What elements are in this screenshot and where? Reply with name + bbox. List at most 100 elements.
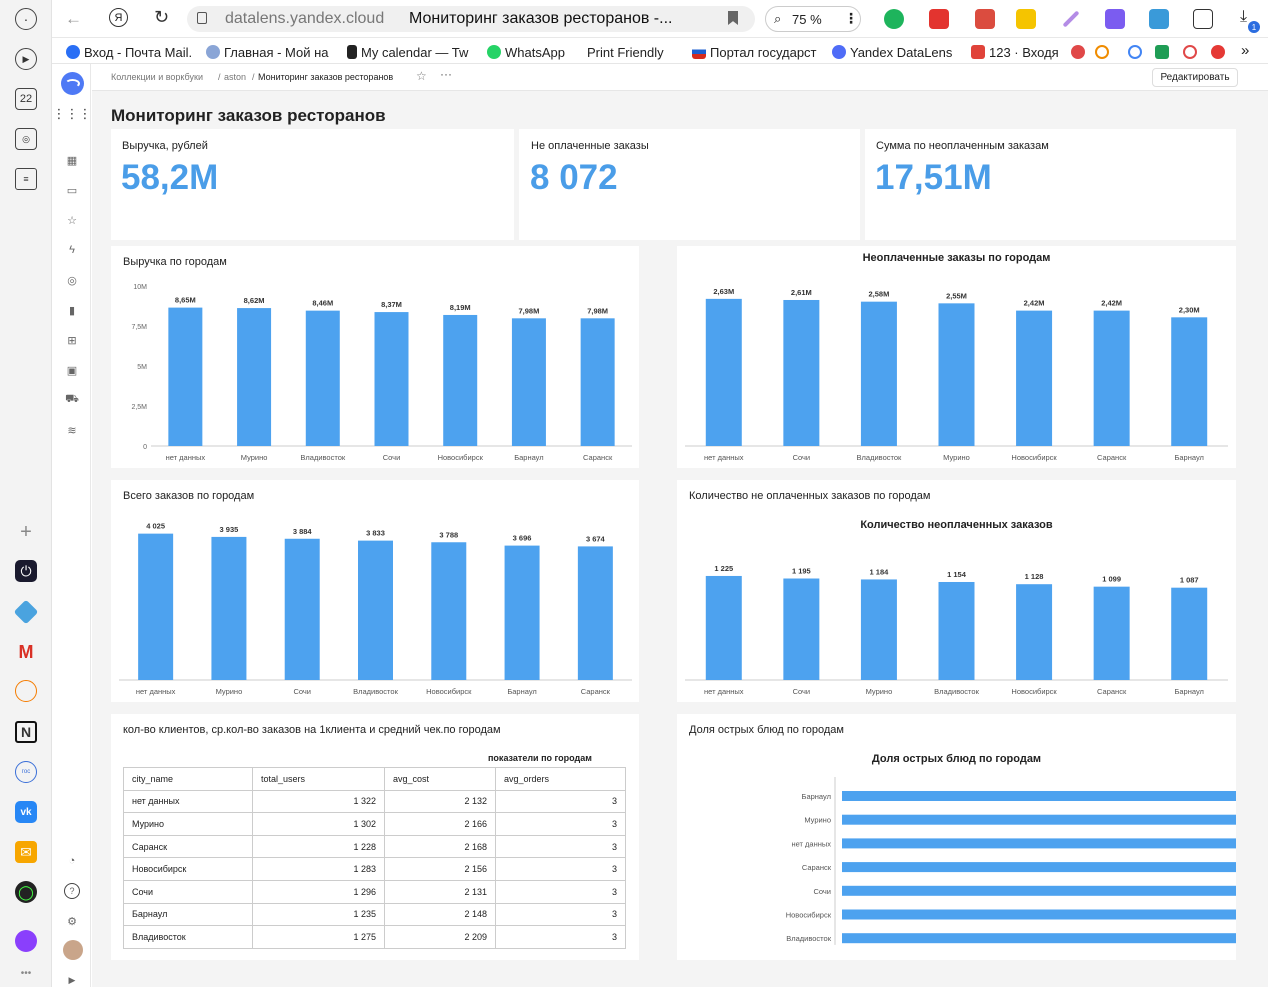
play-icon[interactable]: ▶ bbox=[15, 48, 37, 70]
bar bbox=[284, 538, 320, 680]
settings-sliders-icon[interactable]: ≋ bbox=[64, 422, 80, 438]
bookmark-icon-2[interactable] bbox=[1095, 45, 1109, 59]
widget-city-metrics-table: кол-во клиентов, ср.кол-во заказов на 1к… bbox=[111, 714, 639, 960]
gosuslugi-app-icon[interactable]: гос bbox=[15, 761, 37, 783]
widget-revenue-by-city: Выручка по городам 0 2,5M 5M 7,5M 10M 8,65M не… bbox=[111, 246, 639, 468]
more-actions-icon[interactable]: ··· bbox=[440, 67, 452, 81]
search-red-icon[interactable] bbox=[1183, 45, 1197, 59]
y-tick-label: 5M bbox=[137, 364, 147, 371]
sheets-icon[interactable] bbox=[1155, 45, 1169, 59]
collapse-chevron-icon[interactable]: ▶ bbox=[64, 972, 80, 988]
gmail-icon[interactable]: M bbox=[15, 641, 37, 663]
vk-icon[interactable]: vk bbox=[15, 801, 37, 823]
extension-pen-icon[interactable] bbox=[1062, 10, 1080, 28]
bookmark-datalens[interactable]: Yandex DataLens bbox=[832, 44, 952, 60]
bookmark-calendar[interactable]: My calendar — Tw bbox=[347, 44, 468, 60]
bar bbox=[938, 581, 975, 680]
bookmark-main[interactable]: Главная - Мой на bbox=[206, 44, 329, 60]
extension-print-icon[interactable] bbox=[1149, 9, 1169, 29]
settings-gear-icon[interactable]: ⚙ bbox=[64, 913, 80, 929]
check-red-icon[interactable] bbox=[1211, 45, 1225, 59]
extension-todoist-icon[interactable] bbox=[975, 9, 995, 29]
breadcrumb-collections[interactable]: Коллекции и воркбуки bbox=[111, 72, 203, 82]
bar bbox=[842, 791, 1236, 801]
history-clock-icon[interactable]: · bbox=[15, 8, 37, 30]
x-tick-label: Сочи bbox=[293, 687, 311, 696]
more-bookmarks-icon[interactable]: » bbox=[1241, 42, 1249, 59]
favorite-star-icon[interactable]: ☆ bbox=[416, 69, 427, 83]
extension-shield-icon[interactable] bbox=[884, 9, 904, 29]
app-orange-icon[interactable] bbox=[15, 680, 37, 702]
table-row: Владивосток 1 275 2 209 3 bbox=[123, 925, 626, 949]
notifications-bell-icon[interactable]: ◔ bbox=[64, 853, 80, 869]
screenshot-icon[interactable]: ◎ bbox=[15, 128, 37, 150]
app-dark-circle-icon[interactable]: ◯ bbox=[15, 881, 37, 903]
yandex-icon[interactable]: Я bbox=[109, 8, 128, 27]
whatsapp-icon bbox=[487, 45, 501, 59]
app-power-icon[interactable]: ⏻ bbox=[15, 560, 37, 582]
help-icon[interactable]: ? bbox=[64, 883, 80, 899]
extension-pdf-icon[interactable] bbox=[929, 9, 949, 29]
dashboards-nav-icon[interactable]: ⊞ bbox=[64, 332, 80, 348]
column-header[interactable]: avg_cost bbox=[384, 767, 496, 791]
bookmark-inbox[interactable]: 123 · Входя bbox=[971, 44, 1059, 60]
app-cube-icon[interactable] bbox=[13, 599, 39, 625]
bookmark-whatsapp[interactable]: WhatsApp bbox=[487, 44, 565, 60]
avatar[interactable] bbox=[63, 940, 83, 960]
y-tick-label: 7,5M bbox=[131, 324, 147, 331]
extension-copy-icon[interactable] bbox=[1193, 9, 1213, 29]
x-tick-label: Барнаул bbox=[507, 687, 536, 696]
menu-dots-icon[interactable]: ⋮ bbox=[844, 10, 858, 27]
back-icon[interactable]: ← bbox=[65, 9, 82, 29]
bar bbox=[431, 542, 467, 680]
column-header[interactable]: city_name bbox=[123, 767, 253, 791]
x-tick-label: Новосибирск bbox=[426, 687, 472, 696]
bar bbox=[705, 298, 742, 446]
data-label: 8,46M bbox=[312, 299, 333, 308]
table-row: Саранск 1 228 2 168 3 bbox=[123, 834, 626, 859]
edit-button[interactable]: Редактировать bbox=[1152, 68, 1238, 87]
bookmark-print-friendly[interactable]: Print Friendly bbox=[583, 44, 664, 60]
download-icon[interactable]: ⤓ bbox=[1240, 8, 1247, 26]
more-apps-icon[interactable]: ••• bbox=[15, 962, 37, 984]
address-bar[interactable]: datalens.yandex.cloud Мониторинг заказов… bbox=[187, 6, 755, 32]
reload-icon[interactable]: ↻ bbox=[154, 7, 169, 28]
reports-nav-icon[interactable]: ▣ bbox=[64, 362, 80, 378]
data-label: 1 099 bbox=[1102, 575, 1121, 584]
extension-video-icon[interactable] bbox=[1105, 9, 1125, 29]
x-tick-label: Саранск bbox=[581, 687, 611, 696]
notion-icon[interactable]: N bbox=[15, 721, 37, 743]
datasets-nav-icon[interactable]: ◎ bbox=[64, 272, 80, 288]
marketplace-nav-icon[interactable]: ⛟ bbox=[64, 392, 80, 408]
breadcrumb-sep-2: / bbox=[252, 72, 255, 82]
alice-icon[interactable] bbox=[15, 930, 37, 952]
x-tick-label: Новосибирск bbox=[1011, 453, 1057, 462]
folders-nav-icon[interactable]: ▭ bbox=[64, 182, 80, 198]
apps-grid-icon[interactable]: ⋮⋮⋮ bbox=[53, 106, 92, 122]
collections-icon[interactable]: ≡ bbox=[15, 168, 37, 190]
bar bbox=[842, 885, 1236, 896]
google-icon[interactable] bbox=[1128, 45, 1142, 59]
collections-nav-icon[interactable]: ▦ bbox=[64, 152, 80, 168]
column-header[interactable]: total_users bbox=[252, 767, 385, 791]
bookmark-mail[interactable]: Вход - Почта Mail. bbox=[66, 44, 192, 60]
add-icon[interactable]: + bbox=[15, 521, 37, 543]
chart-orders: 4 025 нет данных 3 935 Мурино 3 884 Сочи 3 833… bbox=[119, 522, 632, 696]
flag-icon bbox=[692, 45, 706, 59]
column-header[interactable]: avg_orders bbox=[495, 767, 626, 791]
connections-nav-icon[interactable]: ϟ bbox=[64, 242, 80, 258]
extension-bulb-icon[interactable] bbox=[1016, 9, 1036, 29]
calendar-day-icon[interactable]: 22 bbox=[15, 88, 37, 110]
bookmark-gosuslugi[interactable]: Портал государст bbox=[692, 44, 817, 60]
data-label: 2,61M bbox=[791, 288, 812, 297]
breadcrumb-workbook[interactable]: aston bbox=[224, 72, 246, 82]
bookmark-icon[interactable] bbox=[728, 11, 738, 25]
zoom-indicator[interactable]: ⌕ 75 % ⋮ bbox=[765, 6, 861, 32]
charts-nav-icon[interactable]: ▮ bbox=[64, 302, 80, 318]
datalens-logo-icon[interactable] bbox=[61, 72, 84, 95]
dashboard-area: Коллекции и воркбуки / aston / Мониторин… bbox=[92, 64, 1268, 987]
calendar-icon bbox=[347, 45, 357, 59]
favorites-nav-icon[interactable]: ☆ bbox=[64, 212, 80, 228]
bookmark-icon-1[interactable] bbox=[1071, 45, 1085, 59]
mail-app-icon[interactable]: ✉ bbox=[15, 841, 37, 863]
